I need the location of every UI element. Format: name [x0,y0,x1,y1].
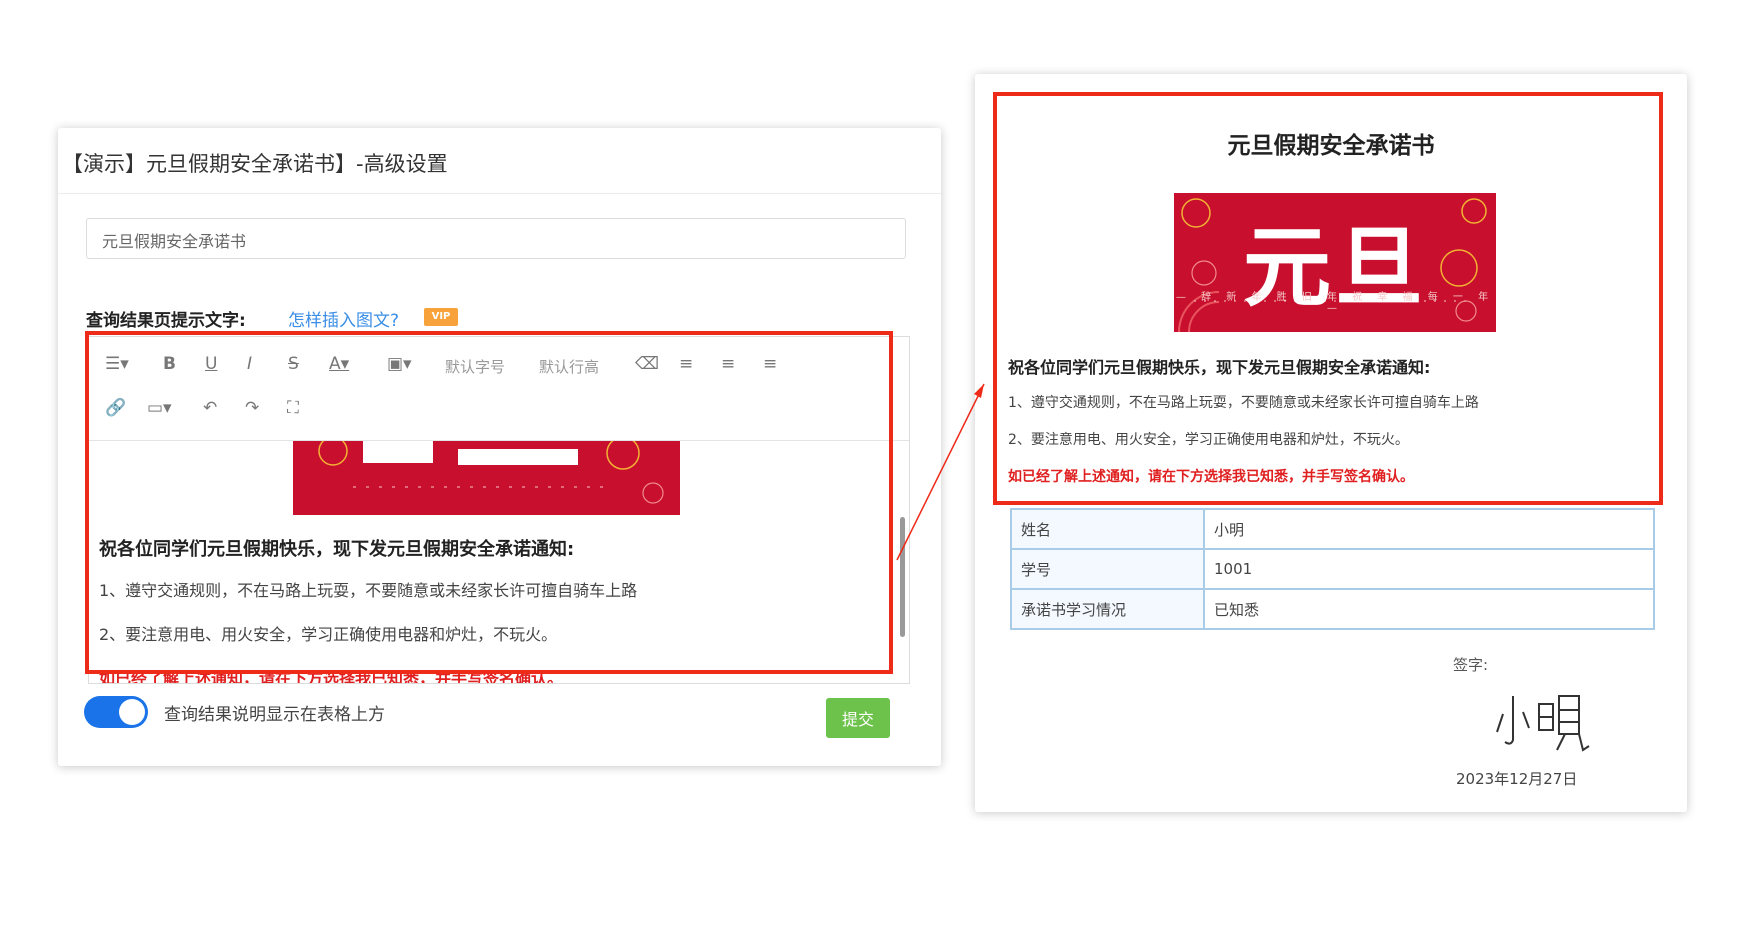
table-cell-key: 承诺书学习情况 [1010,588,1205,630]
preview-panel: 元旦假期安全承诺书 元旦 — 辞 新 年 胜 旧 年 祝 幸 福 每 一 年 —… [975,74,1687,812]
rich-text-editor: ☰▾ B U I S A▾ ▣▾ 默认字号 默认行高 ⌫ ≡ ≡ ≡ 🔗 ▭▾ … [88,336,910,684]
table-row: 承诺书学习情况 已知悉 [1010,588,1655,630]
table-row: 学号 1001 [1010,548,1655,590]
info-table: 姓名 小明 学号 1001 承诺书学习情况 已知悉 [1010,508,1655,630]
signature-date: 2023年12月27日 [1456,770,1578,788]
fullscreen-icon[interactable]: ⛶ [287,398,299,418]
undo-icon[interactable]: ↶ [203,398,217,418]
show-above-table-toggle[interactable] [84,696,148,728]
preview-banner-image: 元旦 — 辞 新 年 胜 旧 年 祝 幸 福 每 一 年 — [1174,193,1496,332]
underline-icon[interactable]: U [205,354,217,374]
bold-icon[interactable]: B [163,354,176,374]
align-center-icon[interactable]: ≡ [721,354,735,374]
background-color-icon[interactable]: ▣▾ [387,354,412,374]
title-input[interactable]: 元旦假期安全承诺书 [86,218,906,259]
editor-scrollbar[interactable] [900,447,905,677]
preview-notice: 如已经了解上述通知，请在下方选择我已知悉，并手写签名确认。 [1008,469,1414,485]
table-cell-value: 小明 [1203,508,1655,550]
editor-notice: 如已经了解上述通知，请在下方选择我已知悉，并手写签名确认。 [99,669,564,684]
image-icon[interactable]: ▭▾ [147,398,172,418]
table-cell-value: 已知悉 [1203,588,1655,630]
vip-badge: VIP [424,308,458,326]
signature-image [1493,688,1593,762]
font-color-icon[interactable]: A▾ [329,354,349,374]
align-right-icon[interactable]: ≡ [763,354,777,374]
toggle-knob [119,699,145,725]
editor-toolbar: ☰▾ B U I S A▾ ▣▾ 默认字号 默认行高 ⌫ ≡ ≡ ≡ 🔗 ▭▾ … [89,337,909,441]
editor-item-2: 2、要注意用电、用火安全，学习正确使用电器和炉灶，不玩火。 [99,625,558,644]
italic-icon[interactable]: I [247,354,252,374]
font-size-select[interactable]: 默认字号 [445,356,505,377]
preview-heading: 祝各位同学们元旦假期快乐，现下发元旦假期安全承诺通知: [1008,358,1431,377]
table-row: 姓名 小明 [1010,508,1655,550]
table-cell-key: 姓名 [1010,508,1205,550]
preview-item-2: 2、要注意用电、用火安全，学习正确使用电器和炉灶，不玩火。 [1008,432,1409,448]
align-left-icon[interactable]: ≡ [679,354,693,374]
page-title: 【演示】元旦假期安全承诺书】-高级设置 [58,128,941,194]
settings-panel: 【演示】元旦假期安全承诺书】-高级设置 元旦假期安全承诺书 查询结果页提示文字:… [58,128,941,766]
strikethrough-icon[interactable]: S [288,354,299,374]
preview-title: 元旦假期安全承诺书 [1227,133,1435,159]
insert-rich-content-link[interactable]: 怎样插入图文? [288,306,399,331]
redo-icon[interactable]: ↷ [245,398,259,418]
section-label: 查询结果页提示文字: [86,311,246,331]
preview-item-1: 1、遵守交通规则，不在马路上玩耍，不要随意或未经家长许可擅自骑车上路 [1008,395,1479,411]
line-height-select[interactable]: 默认行高 [539,356,599,377]
link-icon[interactable]: 🔗 [105,398,126,418]
editor-content[interactable]: 祝各位同学们元旦假期快乐，现下发元旦假期安全承诺通知: 1、遵守交通规则，不在马… [89,441,909,684]
banner-sub-text: — 辞 新 年 胜 旧 年 祝 幸 福 每 一 年 — [1175,292,1495,314]
indent-icon[interactable]: ☰▾ [105,354,129,374]
eraser-icon[interactable]: ⌫ [635,354,659,374]
scroll-thumb[interactable] [900,517,905,637]
editor-item-1: 1、遵守交通规则，不在马路上玩耍，不要随意或未经家长许可擅自骑车上路 [99,581,638,600]
submit-button[interactable]: 提交 [826,698,890,738]
editor-banner-image [293,441,680,515]
table-cell-key: 学号 [1010,548,1205,590]
table-cell-value: 1001 [1203,548,1655,590]
signature-label: 签字: [1453,656,1489,674]
editor-heading: 祝各位同学们元旦假期快乐，现下发元旦假期安全承诺通知: [99,539,575,560]
toggle-label: 查询结果说明显示在表格上方 [164,705,385,725]
